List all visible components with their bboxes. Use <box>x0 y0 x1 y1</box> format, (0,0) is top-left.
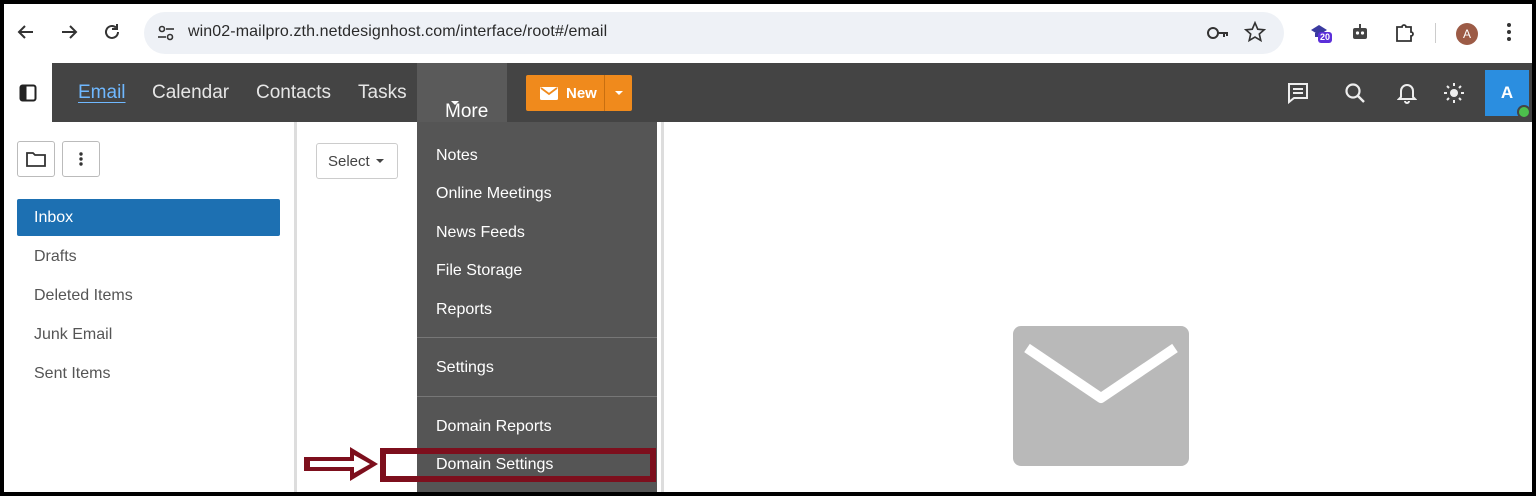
folder-sent-items[interactable]: Sent Items <box>17 355 280 392</box>
profile-avatar[interactable]: A <box>1456 23 1478 45</box>
annotation-highlight-box <box>380 448 656 482</box>
reading-pane <box>667 122 1532 492</box>
chevron-down-icon <box>451 101 459 105</box>
menu-item-online-meetings[interactable]: Online Meetings <box>417 176 657 212</box>
puzzle-icon[interactable] <box>1391 19 1417 45</box>
folder-junk-email[interactable]: Junk Email <box>17 316 280 353</box>
folder-pane: Inbox Drafts Deleted Items Junk Email Se… <box>4 122 297 492</box>
reload-icon[interactable] <box>101 21 123 43</box>
annotation-arrow-icon <box>304 447 378 481</box>
chevron-down-icon <box>614 91 623 95</box>
more-menu: Notes Online Meetings News Feeds File St… <box>417 122 657 492</box>
search-icon[interactable] <box>1343 81 1367 105</box>
forward-icon[interactable] <box>58 21 80 43</box>
folder-icon[interactable] <box>17 141 55 177</box>
menu-item-file-storage[interactable]: File Storage <box>417 253 657 289</box>
chrome-menu-icon[interactable] <box>1502 21 1516 48</box>
browser-window: win02-mailpro.zth.netdesignhost.com/inte… <box>4 4 1532 492</box>
app-header: Email Calendar Contacts Tasks More New A <box>4 63 1532 122</box>
folder-inbox[interactable]: Inbox <box>17 199 280 236</box>
bell-icon[interactable] <box>1395 81 1419 105</box>
nav-email[interactable]: Email <box>78 82 126 104</box>
mail-icon <box>540 86 558 100</box>
nav-calendar[interactable]: Calendar <box>152 82 229 104</box>
presence-status-dot <box>1517 105 1531 119</box>
menu-item-reports[interactable]: Reports <box>417 292 657 328</box>
menu-item-notes[interactable]: Notes <box>417 138 657 174</box>
folder-drafts[interactable]: Drafts <box>17 238 280 275</box>
select-dropdown[interactable]: Select <box>316 143 398 179</box>
more-options-icon[interactable] <box>62 141 100 177</box>
envelope-icon <box>1013 326 1189 466</box>
browser-toolbar: win02-mailpro.zth.netdesignhost.com/inte… <box>4 4 1532 62</box>
new-button-main[interactable]: New <box>526 75 604 111</box>
new-dropdown-toggle[interactable] <box>604 75 632 111</box>
new-button[interactable]: New <box>526 75 632 111</box>
sidebar-toggle-icon[interactable] <box>4 63 52 122</box>
folder-deleted-items[interactable]: Deleted Items <box>17 277 280 314</box>
extension-badge-icon[interactable]: 20 <box>1306 19 1333 45</box>
nav-more[interactable]: More <box>417 63 507 122</box>
nav-tasks[interactable]: Tasks <box>358 82 407 104</box>
back-icon[interactable] <box>15 21 37 43</box>
address-bar[interactable]: win02-mailpro.zth.netdesignhost.com/inte… <box>144 12 1284 54</box>
password-key-icon[interactable] <box>1206 23 1230 48</box>
theme-sun-icon[interactable] <box>1442 81 1466 105</box>
menu-divider <box>417 337 657 338</box>
menu-item-news-feeds[interactable]: News Feeds <box>417 215 657 251</box>
bookmark-star-icon[interactable] <box>1243 20 1267 48</box>
robot-icon[interactable] <box>1347 19 1373 45</box>
nav-contacts[interactable]: Contacts <box>256 82 331 104</box>
chat-icon[interactable] <box>1286 81 1310 105</box>
url-text[interactable]: win02-mailpro.zth.netdesignhost.com/inte… <box>188 23 607 41</box>
chevron-down-icon <box>375 159 384 163</box>
toolbar-separator <box>1435 23 1436 43</box>
menu-divider <box>417 396 657 397</box>
select-label: Select <box>328 152 370 170</box>
extension-badge-count: 20 <box>1318 32 1333 43</box>
site-settings-icon[interactable] <box>156 23 176 43</box>
menu-item-domain-reports[interactable]: Domain Reports <box>417 409 657 445</box>
menu-item-settings[interactable]: Settings <box>417 350 657 386</box>
new-button-label: New <box>566 84 597 102</box>
